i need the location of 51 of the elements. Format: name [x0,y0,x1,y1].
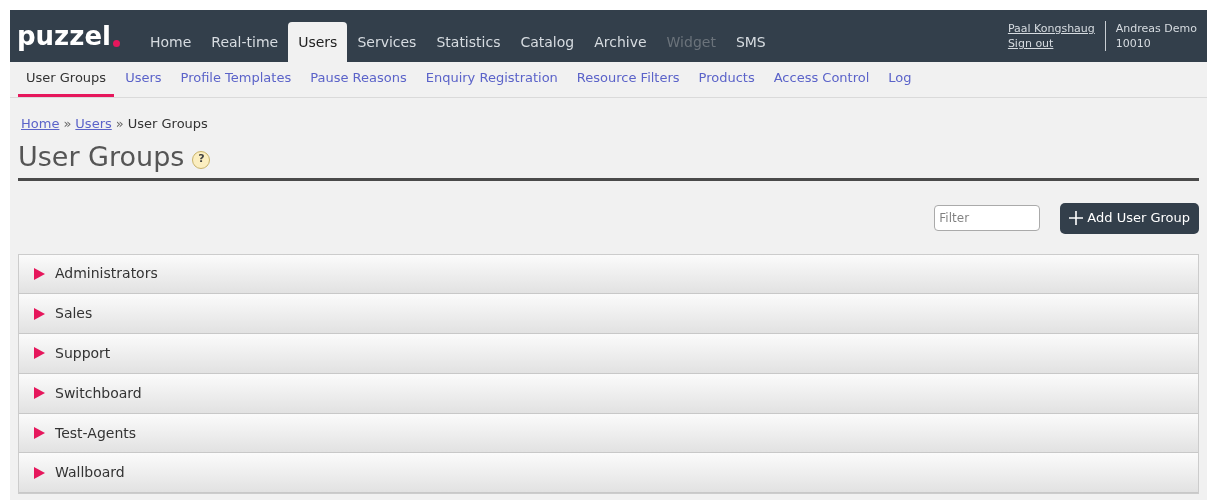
user-name-link[interactable]: Paal Kongshaug [1007,21,1095,36]
group-row[interactable]: Wallboard [19,453,1198,494]
plus-icon [1069,211,1084,225]
caret-right-icon [34,347,45,360]
sub-nav-tab[interactable]: Pause Reasons [302,62,415,97]
page-title: User Groups [18,139,185,174]
breadcrumb-separator: » [115,115,124,133]
logo: puzzel [17,23,111,49]
sub-nav-tab[interactable]: User Groups [18,62,115,97]
breadcrumb-current: User Groups [127,115,208,133]
caret-right-icon [34,267,45,280]
sub-nav-tab[interactable]: Log [880,62,920,97]
group-row[interactable]: Support [19,334,1198,374]
caret-right-icon [34,427,45,440]
sub-nav-tab[interactable]: Products [690,62,763,97]
breadcrumb-link[interactable]: Home [21,114,60,134]
caret-right-icon [34,387,45,400]
group-row[interactable]: Administrators [19,254,1198,295]
main-nav-tab[interactable]: SMS [725,22,776,62]
help-icon[interactable]: ? [192,150,211,169]
main-nav-tab[interactable]: Statistics [426,22,511,62]
sub-nav-tab[interactable]: Users [117,62,170,97]
caret-right-icon [34,466,45,479]
group-name: Switchboard [55,383,142,403]
group-name: Test-Agents [55,423,137,443]
main-nav-tab[interactable]: Users [288,22,348,62]
main-nav-tab[interactable]: Home [139,22,202,62]
main-nav-tab[interactable]: Archive [584,22,657,62]
group-name: Sales [55,304,93,324]
group-name: Support [55,344,111,363]
main-nav-tab[interactable]: Services [347,22,427,62]
breadcrumb-link[interactable]: Users [75,114,112,134]
sub-nav-tab[interactable]: Profile Templates [172,62,300,97]
group-name: Administrators [55,264,158,284]
group-name: Wallboard [55,463,125,483]
sub-nav-tab[interactable]: Enquiry Registration [417,62,566,97]
caret-right-icon [34,307,45,320]
filter-field[interactable]: Filter [934,205,1041,231]
group-row[interactable]: Sales [19,294,1198,335]
sub-nav-tab[interactable]: Access Control [765,62,878,97]
group-row[interactable]: Switchboard [19,373,1198,414]
logo-dot-icon [112,40,120,47]
add-user-group-button[interactable]: Add User Group [1060,202,1199,234]
group-row[interactable]: Test-Agents [19,413,1198,454]
account-id: 10010 [1115,36,1152,51]
account-name: Andreas Demo [1115,21,1197,36]
sub-nav-tab[interactable]: Resource Filters [568,62,688,97]
main-nav-tab[interactable]: Catalog [510,22,585,62]
sign-out-link[interactable]: Sign out [1007,36,1095,51]
main-nav-tab[interactable]: Real-time [201,22,289,62]
breadcrumb-separator: » [63,115,72,133]
